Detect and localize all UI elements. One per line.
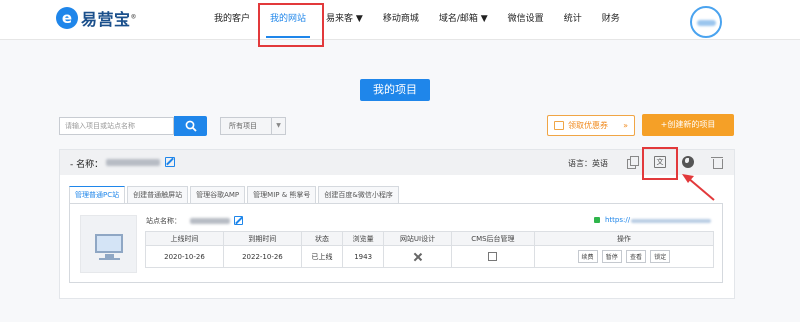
copy-icon[interactable]	[626, 156, 639, 169]
site-tabs: 管理普通PC站 创建普通触屏站 管理谷歌AMP 管理MIP & 熊掌号 创建百度…	[69, 186, 401, 204]
nav-wechat-settings[interactable]: 微信设置	[498, 0, 554, 40]
search-icon	[185, 120, 197, 132]
col-views: 浏览量	[342, 231, 385, 246]
brand-registered-mark: ®	[130, 13, 138, 21]
site-name-label: 站点名称：	[146, 217, 181, 225]
globe-icon[interactable]	[682, 156, 694, 168]
online-date: 2020-10-26	[145, 245, 224, 268]
project-panel: - 名称： 语言：英语 文 管理普通PC站 创建普通触屏站 管理谷歌AMP 管理…	[59, 149, 735, 299]
search-button[interactable]	[174, 116, 207, 136]
site-url[interactable]: https://	[605, 216, 630, 224]
search-input[interactable]: 请输入项目或站点名称	[59, 117, 174, 135]
pause-button[interactable]: 暂停	[601, 250, 622, 263]
col-cms-admin: CMS后台管理	[450, 231, 535, 246]
site-name-blurred	[190, 218, 230, 224]
project-header: - 名称： 语言：英语 文	[60, 150, 734, 175]
nav-domain-email[interactable]: 域名/邮箱 ▼	[429, 0, 498, 40]
lock-icon	[594, 217, 600, 223]
monitor-icon	[95, 234, 123, 253]
view-button[interactable]: 查看	[626, 250, 647, 263]
views-count: 1943	[342, 245, 385, 268]
tab-create-mini-program[interactable]: 创建百度&微信小程序	[318, 186, 399, 204]
double-arrow-icon: »	[623, 121, 628, 130]
filter-value: 所有项目	[229, 122, 257, 130]
renew-button[interactable]: 续费	[577, 250, 598, 263]
col-status: 状态	[300, 231, 344, 246]
table-header-row: 上线时间 到期时间 状态 浏览量 网站UI设计 CMS后台管理 操作	[145, 231, 715, 246]
create-project-button[interactable]: +创建新的项目	[642, 114, 734, 136]
edit-icon[interactable]	[165, 157, 175, 167]
cms-admin-icon[interactable]	[488, 252, 498, 261]
brand-name: 易营宝	[81, 10, 131, 29]
tab-manage-pc-site[interactable]: 管理普通PC站	[69, 186, 126, 204]
chevron-down-icon: ▼	[271, 118, 285, 134]
avatar-blurred-name	[697, 20, 716, 26]
coupon-icon	[554, 121, 564, 130]
coupon-label: 领取优惠券	[568, 121, 608, 130]
expire-date: 2022-10-26	[222, 245, 302, 268]
avatar[interactable]	[690, 6, 722, 38]
logo-icon: e	[56, 7, 78, 29]
site-stats-table: 上线时间 到期时间 状态 浏览量 网站UI设计 CMS后台管理 操作 2020-…	[145, 231, 715, 268]
site-thumbnail	[80, 215, 137, 273]
nav-highlight-box	[258, 3, 324, 47]
brand-logo[interactable]: e 易营宝®	[56, 6, 137, 30]
translate-highlight-box	[642, 147, 678, 180]
nav-mobile-mall[interactable]: 移动商城	[373, 0, 429, 40]
language-label: 语言：英语	[568, 159, 608, 168]
project-filter-select[interactable]: 所有项目 ▼	[220, 117, 286, 135]
nav-finance[interactable]: 财务	[592, 0, 630, 40]
project-name-blurred	[106, 159, 160, 166]
site-details: 站点名称： https:// 上线时间 到期时间 状态 浏览量 网站UI设计 C…	[69, 203, 723, 283]
annotation-arrow	[682, 174, 715, 201]
nav-statistics[interactable]: 统计	[554, 0, 592, 40]
project-name-label: - 名称：	[70, 160, 104, 170]
status-badge: 已上线	[300, 245, 344, 268]
lock-button[interactable]: 锁定	[650, 250, 671, 263]
nav-my-customers[interactable]: 我的客户	[204, 0, 260, 40]
top-bar: e 易营宝® 我的客户 我的网站 易来客 ▼ 移动商城 域名/邮箱 ▼ 微信设置…	[0, 0, 800, 40]
tools-icon[interactable]	[413, 252, 422, 261]
col-online-time: 上线时间	[145, 231, 224, 246]
page-title: 我的项目	[360, 79, 430, 101]
tab-manage-mip[interactable]: 管理MIP & 熊掌号	[247, 186, 317, 204]
table-row: 2020-10-26 2022-10-26 已上线 1943 续费 暂停 查看 …	[145, 245, 715, 268]
site-url-blurred	[631, 219, 711, 223]
col-ui-design: 网站UI设计	[383, 231, 452, 246]
col-actions: 操作	[533, 231, 715, 246]
edit-site-icon[interactable]	[234, 216, 243, 225]
nav-yilaike[interactable]: 易来客 ▼	[316, 0, 373, 40]
coupon-button[interactable]: 领取优惠券 »	[547, 115, 635, 136]
tab-create-touch-site[interactable]: 创建普通触屏站	[127, 186, 189, 204]
col-expire-time: 到期时间	[222, 231, 302, 246]
trash-icon[interactable]	[711, 156, 723, 169]
tab-manage-google-amp[interactable]: 管理谷歌AMP	[190, 186, 246, 204]
